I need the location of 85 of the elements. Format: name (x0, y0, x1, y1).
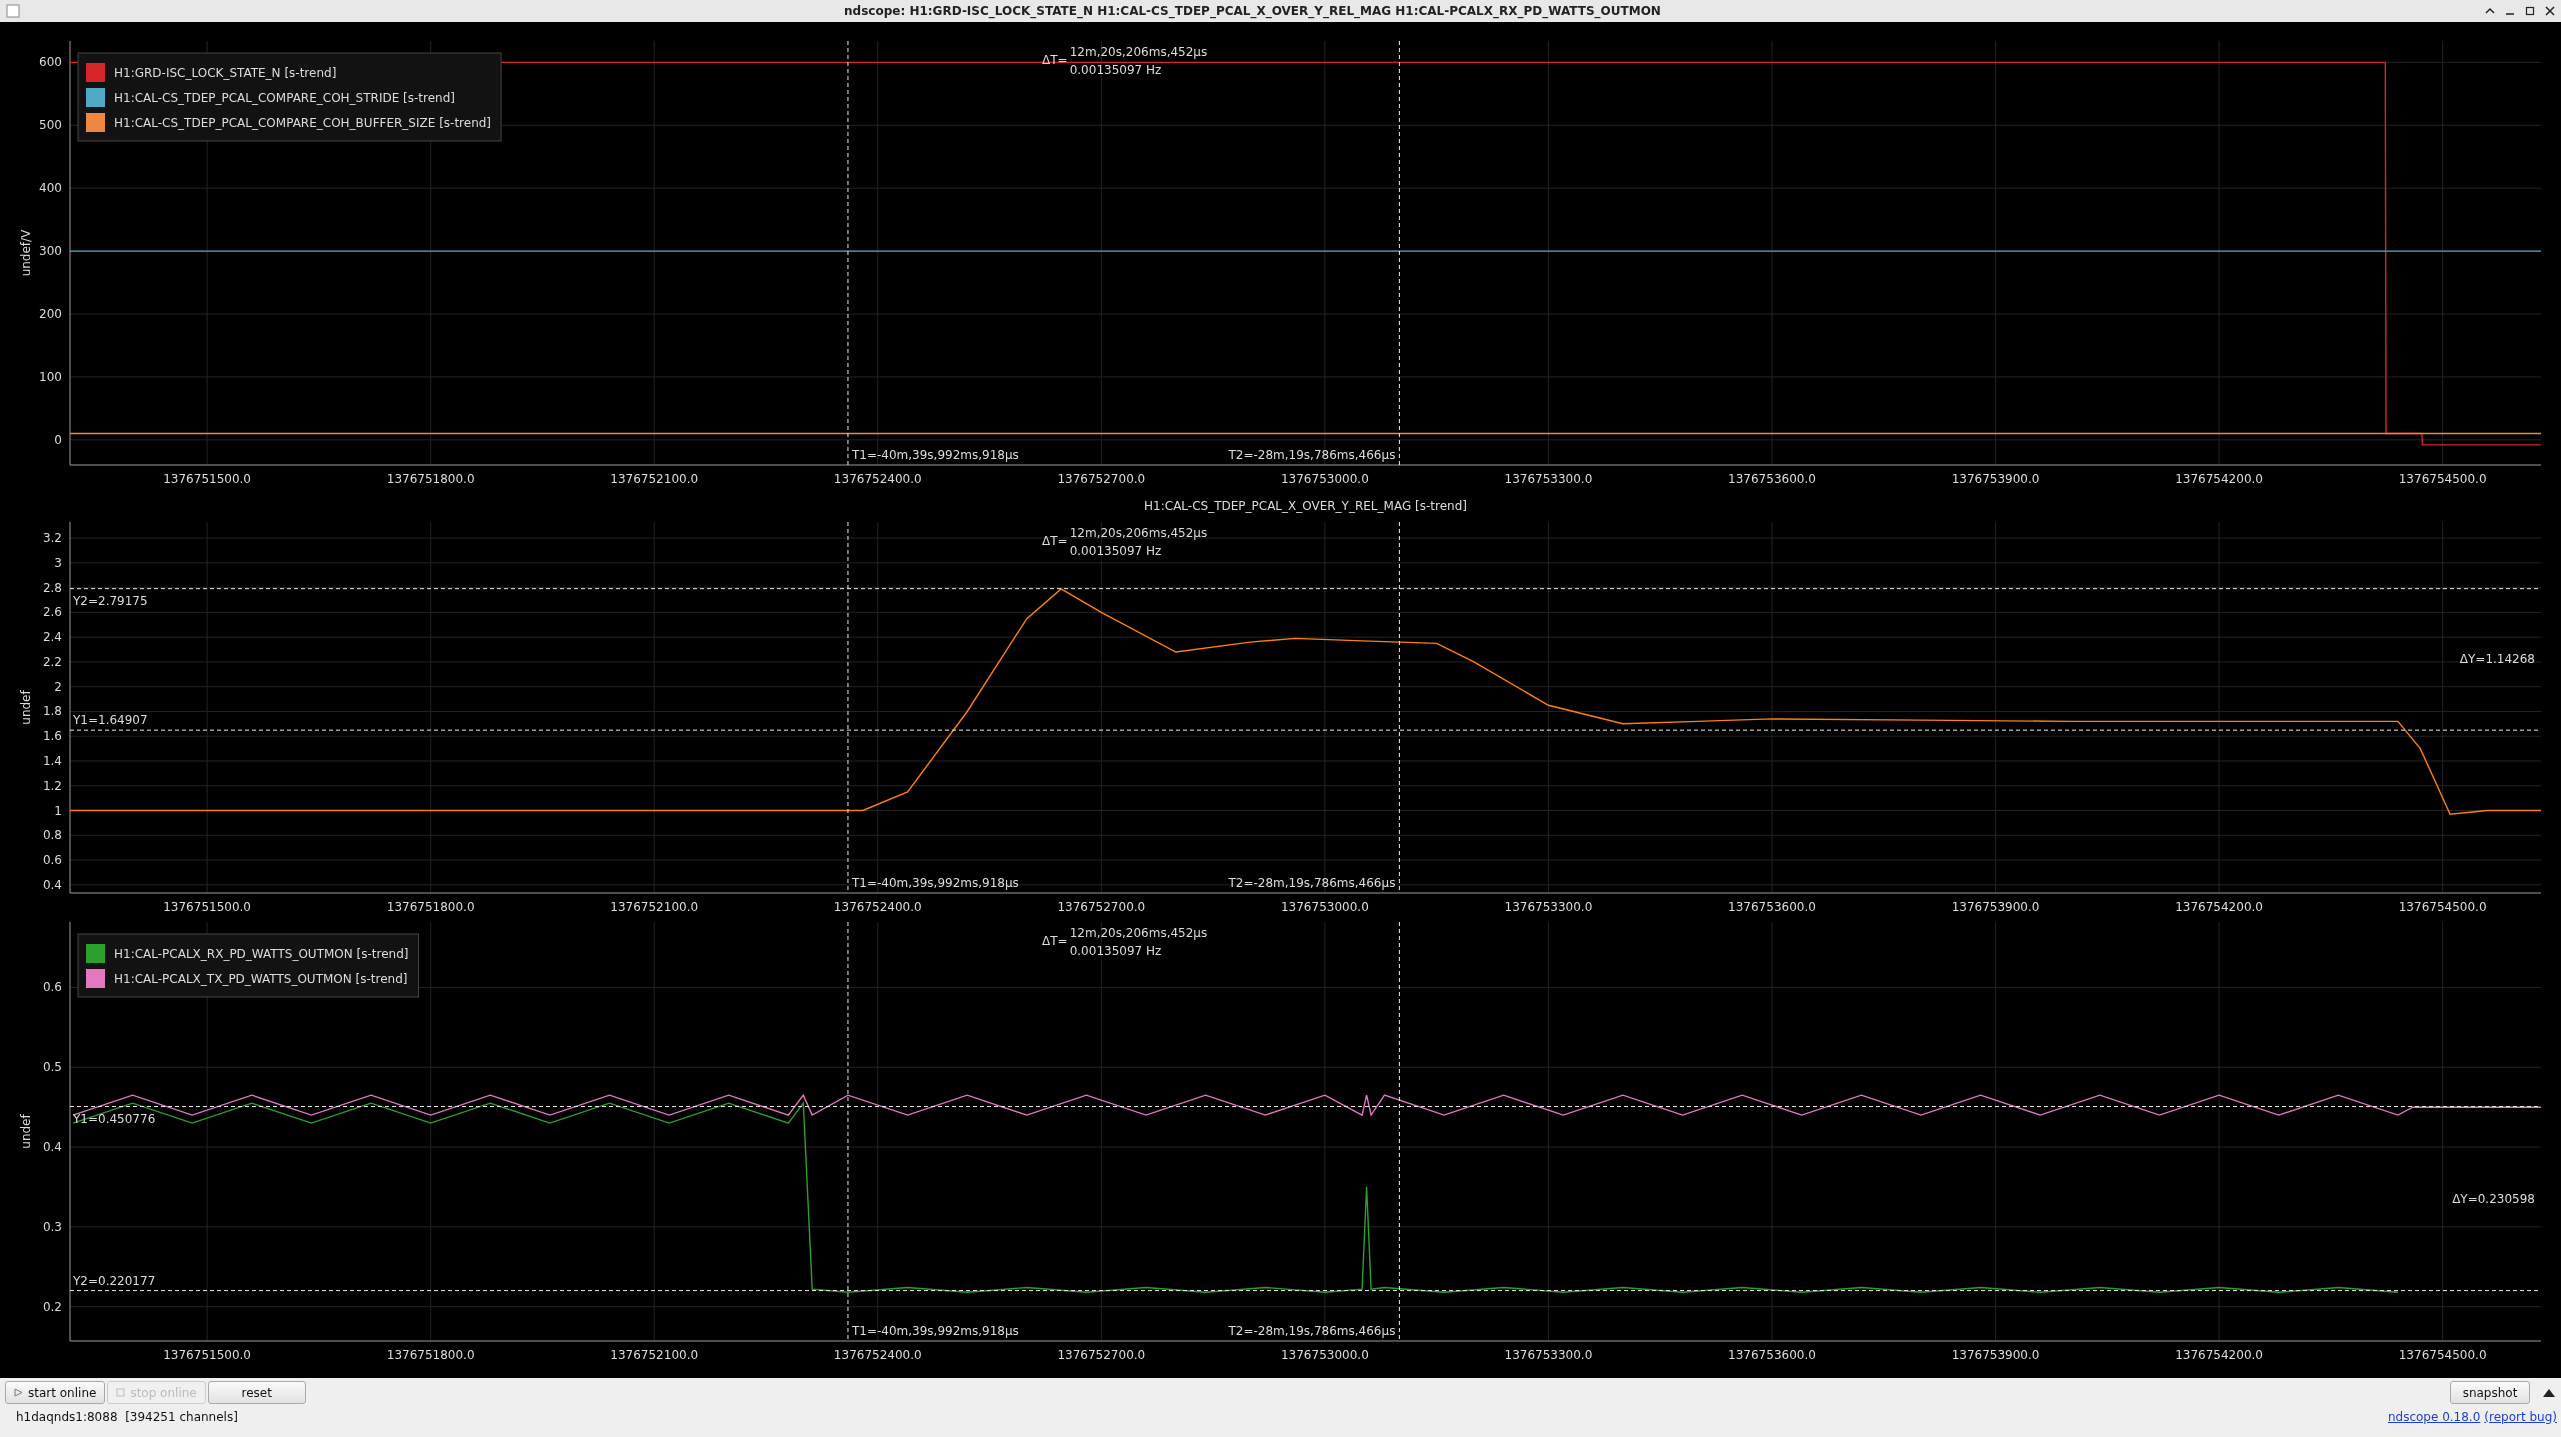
cursor-label: Y2=0.220177 (73, 1273, 156, 1288)
cursor-label: T1=-40m,39s,992ms,918μs (851, 876, 1019, 890)
axis-tick-label: 1376753900.0 (1951, 472, 2040, 486)
axis-tick-label: 1376752100.0 (610, 1348, 699, 1362)
axis-tick-label: 2 (54, 679, 62, 694)
axis-tick-label: 1376751500.0 (163, 900, 251, 914)
axis-tick-label: 2.8 (42, 580, 62, 595)
delta-label: ΔT= (1042, 534, 1068, 548)
axis-tick-label: 0.6 (42, 853, 62, 868)
axis-tick-label: 0 (54, 432, 62, 447)
axis-tick-label: 1.2 (42, 778, 62, 793)
axis-tick-label: 1376753600.0 (1728, 900, 1816, 914)
axis-tick-label: 1376752700.0 (1057, 472, 1146, 486)
axis-tick-label: 1376753300.0 (1504, 900, 1593, 914)
axis-tick-label: 0.8 (42, 828, 62, 843)
axis-tick-label: 1376752700.0 (1057, 900, 1146, 914)
axis-tick-label: 2.6 (42, 605, 62, 620)
axis-tick-label: 1.4 (42, 754, 62, 768)
axis-tick-label: 300 (39, 244, 62, 259)
axis-tick-label: 1376754500.0 (2398, 1348, 2487, 1362)
axis-tick-label: 1376753300.0 (1504, 472, 1593, 486)
delta-frequency-value: 0.00135097 Hz (1069, 944, 1162, 958)
axis-tick-label: 0.5 (42, 1060, 62, 1075)
axis-tick-label: 1376753600.0 (1728, 1348, 1816, 1362)
axis-label: undef (19, 690, 33, 725)
plot-title: H1:CAL-CS_TDEP_PCAL_X_OVER_Y_REL_MAG [s-trend] (1144, 499, 1467, 513)
cursor-label: T2=-28m,19s,786ms,466μs (1228, 1324, 1396, 1338)
axis-tick-label: 1376752400.0 (833, 900, 922, 914)
delta-label: ΔY=1.14268 (2459, 652, 2535, 667)
axis-tick-label: 1376754200.0 (2175, 1348, 2263, 1362)
axis-tick-label: 400 (39, 181, 62, 196)
axis-tick-label: 0.4 (42, 1140, 62, 1155)
axis-tick-label: 0.4 (42, 877, 62, 892)
axis-tick-label: 1376753600.0 (1728, 472, 1816, 486)
axis-tick-label: 0.6 (42, 980, 62, 995)
axis-tick-label: 2.2 (42, 654, 62, 669)
axis-tick-label: 1376754500.0 (2398, 900, 2487, 914)
cursor-label: T1=-40m,39s,992ms,918μs (851, 448, 1019, 462)
axis-tick-label: 1376753000.0 (1281, 1348, 1369, 1362)
window-title: ndscope: H1:GRD-ISC_LOCK_STATE_N H1:CAL-CS_TDEP_PCAL_X_OVER_Y_REL_MAG H1:CAL-PCALX_RX_PD_WATTS_OUTMON (843, 4, 1662, 18)
axis-tick-label: 600 (39, 55, 62, 70)
delta-label: ΔY=0.230598 (2452, 1191, 2535, 1206)
axis-tick-label: 1376751800.0 (386, 900, 475, 914)
delta-label: ΔT= (1042, 934, 1068, 948)
axis-tick-label: 1376751500.0 (163, 1348, 251, 1362)
axis-tick-label: 3.2 (42, 531, 62, 546)
axis-tick-label: 500 (39, 118, 62, 133)
axis-tick-label: 3 (54, 555, 62, 570)
axis-tick-label: 1376754200.0 (2175, 900, 2263, 914)
axis-tick-label: 1376752100.0 (610, 900, 699, 914)
cursor-label: T2=-28m,19s,786ms,466μs (1228, 876, 1396, 890)
cursor-label: Y2=2.79175 (73, 593, 148, 608)
cursor-label: Y1=1.64907 (73, 713, 148, 728)
axis-tick-label: 1376751500.0 (163, 472, 251, 486)
axis-tick-label: 1376753900.0 (1951, 1348, 2040, 1362)
axis-tick-label: 1.6 (42, 729, 62, 744)
delta-frequency-value: 0.00135097 Hz (1069, 63, 1162, 77)
axis-tick-label: 1376754500.0 (2398, 472, 2487, 486)
cursor-label: T1=-40m,39s,992ms,918μs (851, 1324, 1019, 1338)
axis-label: undef (19, 1114, 33, 1149)
axis-tick-label: 100 (39, 369, 62, 384)
axis-tick-label: 0.2 (42, 1299, 62, 1314)
axis-tick-label: 0.3 (42, 1219, 62, 1234)
cursor-label: T2=-28m,19s,786ms,466μs (1228, 448, 1396, 462)
delta-time-value: 12m,20s,206ms,452μs (1069, 526, 1208, 540)
axis-tick-label: 1376753900.0 (1951, 900, 2040, 914)
delta-time-value: 12m,20s,206ms,452μs (1069, 45, 1208, 59)
axis-tick-label: 1.8 (42, 704, 62, 719)
axis-tick-label: 1376751800.0 (386, 472, 475, 486)
axis-tick-label: 1376752400.0 (833, 472, 922, 486)
axis-label: undef/V (19, 229, 33, 277)
axis-tick-label: 1376753000.0 (1281, 472, 1369, 486)
delta-time-value: 12m,20s,206ms,452μs (1069, 926, 1208, 940)
axis-tick-label: 1376752400.0 (833, 1348, 922, 1362)
axis-tick-label: 200 (39, 307, 62, 321)
axis-tick-label: 1376753300.0 (1504, 1348, 1593, 1362)
axis-tick-label: 1376752100.0 (610, 472, 699, 486)
axis-tick-label: 1 (54, 803, 62, 818)
axis-tick-label: 1376751800.0 (386, 1348, 475, 1362)
axis-tick-label: 1376754200.0 (2175, 472, 2263, 486)
delta-frequency-value: 0.00135097 Hz (1069, 544, 1162, 558)
axis-tick-label: 1376752700.0 (1057, 1348, 1146, 1362)
axis-tick-label: 2.4 (42, 630, 62, 645)
axis-tick-label: 1376753000.0 (1281, 900, 1369, 914)
server-status: h1daqnds1:8088 [394251 channels] (16, 1410, 238, 1424)
